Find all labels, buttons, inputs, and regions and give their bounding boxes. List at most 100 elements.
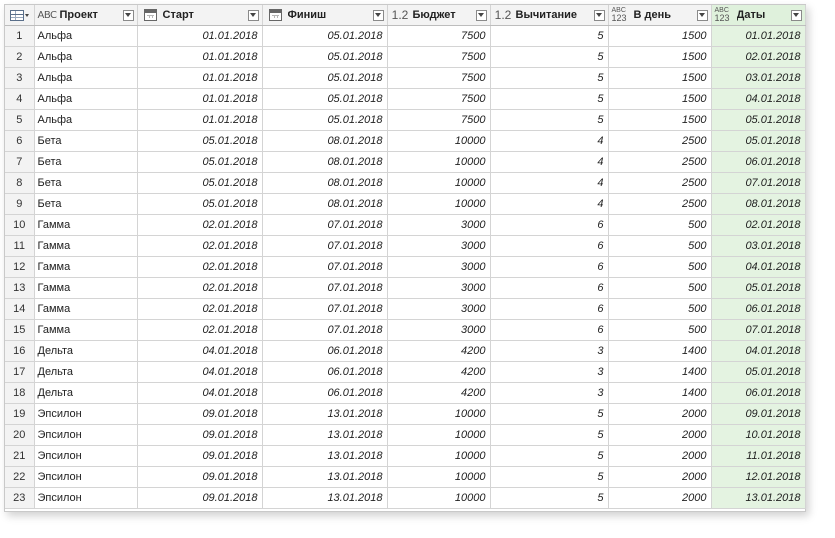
row-number[interactable]: 22 bbox=[5, 466, 35, 488]
cell-start[interactable]: 02.01.2018 bbox=[137, 214, 263, 236]
cell-per-day[interactable]: 2500 bbox=[608, 151, 712, 173]
cell-project[interactable]: Альфа bbox=[34, 46, 138, 68]
cell-start[interactable]: 09.01.2018 bbox=[137, 424, 263, 446]
cell-subtraction[interactable]: 5 bbox=[490, 25, 609, 47]
cell-dates[interactable]: 02.01.2018 bbox=[711, 214, 806, 236]
cell-dates[interactable]: 09.01.2018 bbox=[711, 403, 806, 425]
cell-start[interactable]: 01.01.2018 bbox=[137, 25, 263, 47]
cell-per-day[interactable]: 2000 bbox=[608, 445, 712, 467]
cell-budget[interactable]: 3000 bbox=[387, 214, 491, 236]
cell-per-day[interactable]: 2000 bbox=[608, 466, 712, 488]
row-number[interactable]: 20 bbox=[5, 424, 35, 446]
cell-project[interactable]: Гамма bbox=[34, 298, 138, 320]
cell-finish[interactable]: 13.01.2018 bbox=[262, 403, 388, 425]
cell-per-day[interactable]: 2500 bbox=[608, 172, 712, 194]
cell-budget[interactable]: 10000 bbox=[387, 424, 491, 446]
cell-subtraction[interactable]: 6 bbox=[490, 319, 609, 341]
row-number[interactable]: 23 bbox=[5, 487, 35, 509]
cell-project[interactable]: Эпсилон bbox=[34, 466, 138, 488]
column-header-dates[interactable]: ABC 123 Даты bbox=[711, 5, 806, 26]
cell-start[interactable]: 04.01.2018 bbox=[137, 340, 263, 362]
cell-subtraction[interactable]: 4 bbox=[490, 193, 609, 215]
cell-start[interactable]: 05.01.2018 bbox=[137, 193, 263, 215]
cell-dates[interactable]: 05.01.2018 bbox=[711, 109, 806, 131]
cell-finish[interactable]: 07.01.2018 bbox=[262, 277, 388, 299]
cell-start[interactable]: 04.01.2018 bbox=[137, 382, 263, 404]
cell-dates[interactable]: 07.01.2018 bbox=[711, 172, 806, 194]
cell-dates[interactable]: 01.01.2018 bbox=[711, 25, 806, 47]
column-header-budget[interactable]: 1.2 Бюджет bbox=[387, 5, 491, 26]
cell-finish[interactable]: 13.01.2018 bbox=[262, 466, 388, 488]
filter-dropdown-icon[interactable] bbox=[475, 9, 487, 21]
cell-finish[interactable]: 06.01.2018 bbox=[262, 382, 388, 404]
cell-dates[interactable]: 05.01.2018 bbox=[711, 130, 806, 152]
row-number[interactable]: 13 bbox=[5, 277, 35, 299]
cell-dates[interactable]: 12.01.2018 bbox=[711, 466, 806, 488]
cell-start[interactable]: 01.01.2018 bbox=[137, 109, 263, 131]
cell-per-day[interactable]: 2000 bbox=[608, 403, 712, 425]
cell-finish[interactable]: 07.01.2018 bbox=[262, 235, 388, 257]
cell-start[interactable]: 01.01.2018 bbox=[137, 46, 263, 68]
cell-start[interactable]: 09.01.2018 bbox=[137, 445, 263, 467]
cell-finish[interactable]: 07.01.2018 bbox=[262, 214, 388, 236]
cell-project[interactable]: Дельта bbox=[34, 340, 138, 362]
row-number[interactable]: 21 bbox=[5, 445, 35, 467]
cell-subtraction[interactable]: 6 bbox=[490, 277, 609, 299]
cell-project[interactable]: Дельта bbox=[34, 361, 138, 383]
row-number[interactable]: 10 bbox=[5, 214, 35, 236]
cell-budget[interactable]: 4200 bbox=[387, 382, 491, 404]
cell-per-day[interactable]: 500 bbox=[608, 235, 712, 257]
cell-project[interactable]: Гамма bbox=[34, 256, 138, 278]
filter-dropdown-icon[interactable] bbox=[122, 9, 134, 21]
cell-project[interactable]: Бета bbox=[34, 151, 138, 173]
row-number[interactable]: 19 bbox=[5, 403, 35, 425]
cell-start[interactable]: 02.01.2018 bbox=[137, 319, 263, 341]
cell-project[interactable]: Альфа bbox=[34, 109, 138, 131]
row-number[interactable]: 12 bbox=[5, 256, 35, 278]
filter-dropdown-icon[interactable] bbox=[247, 9, 259, 21]
cell-per-day[interactable]: 2500 bbox=[608, 193, 712, 215]
cell-budget[interactable]: 7500 bbox=[387, 25, 491, 47]
cell-project[interactable]: Эпсилон bbox=[34, 487, 138, 509]
cell-dates[interactable]: 04.01.2018 bbox=[711, 340, 806, 362]
cell-dates[interactable]: 06.01.2018 bbox=[711, 151, 806, 173]
row-number[interactable]: 8 bbox=[5, 172, 35, 194]
row-number[interactable]: 9 bbox=[5, 193, 35, 215]
cell-subtraction[interactable]: 6 bbox=[490, 214, 609, 236]
cell-project[interactable]: Альфа bbox=[34, 25, 138, 47]
cell-dates[interactable]: 04.01.2018 bbox=[711, 88, 806, 110]
cell-finish[interactable]: 08.01.2018 bbox=[262, 151, 388, 173]
cell-project[interactable]: Гамма bbox=[34, 319, 138, 341]
cell-subtraction[interactable]: 5 bbox=[490, 67, 609, 89]
cell-subtraction[interactable]: 5 bbox=[490, 88, 609, 110]
cell-subtraction[interactable]: 3 bbox=[490, 382, 609, 404]
cell-start[interactable]: 09.01.2018 bbox=[137, 487, 263, 509]
row-number[interactable]: 2 bbox=[5, 46, 35, 68]
cell-finish[interactable]: 06.01.2018 bbox=[262, 340, 388, 362]
cell-budget[interactable]: 10000 bbox=[387, 445, 491, 467]
cell-budget[interactable]: 4200 bbox=[387, 361, 491, 383]
cell-finish[interactable]: 07.01.2018 bbox=[262, 319, 388, 341]
cell-budget[interactable]: 7500 bbox=[387, 88, 491, 110]
cell-budget[interactable]: 10000 bbox=[387, 403, 491, 425]
cell-dates[interactable]: 07.01.2018 bbox=[711, 319, 806, 341]
cell-project[interactable]: Альфа bbox=[34, 88, 138, 110]
cell-per-day[interactable]: 500 bbox=[608, 256, 712, 278]
cell-start[interactable]: 09.01.2018 bbox=[137, 403, 263, 425]
cell-start[interactable]: 05.01.2018 bbox=[137, 172, 263, 194]
row-number[interactable]: 5 bbox=[5, 109, 35, 131]
cell-dates[interactable]: 11.01.2018 bbox=[711, 445, 806, 467]
column-header-per-day[interactable]: ABC 123 В день bbox=[608, 5, 712, 26]
cell-project[interactable]: Альфа bbox=[34, 67, 138, 89]
column-header-start[interactable]: Старт bbox=[137, 5, 263, 26]
cell-per-day[interactable]: 500 bbox=[608, 298, 712, 320]
cell-subtraction[interactable]: 5 bbox=[490, 424, 609, 446]
cell-dates[interactable]: 13.01.2018 bbox=[711, 487, 806, 509]
cell-subtraction[interactable]: 5 bbox=[490, 46, 609, 68]
cell-finish[interactable]: 06.01.2018 bbox=[262, 361, 388, 383]
filter-dropdown-icon[interactable] bbox=[372, 9, 384, 21]
row-number[interactable]: 18 bbox=[5, 382, 35, 404]
cell-per-day[interactable]: 1500 bbox=[608, 88, 712, 110]
cell-project[interactable]: Эпсилон bbox=[34, 445, 138, 467]
decimal-type-icon[interactable]: 1.2 bbox=[391, 8, 410, 22]
